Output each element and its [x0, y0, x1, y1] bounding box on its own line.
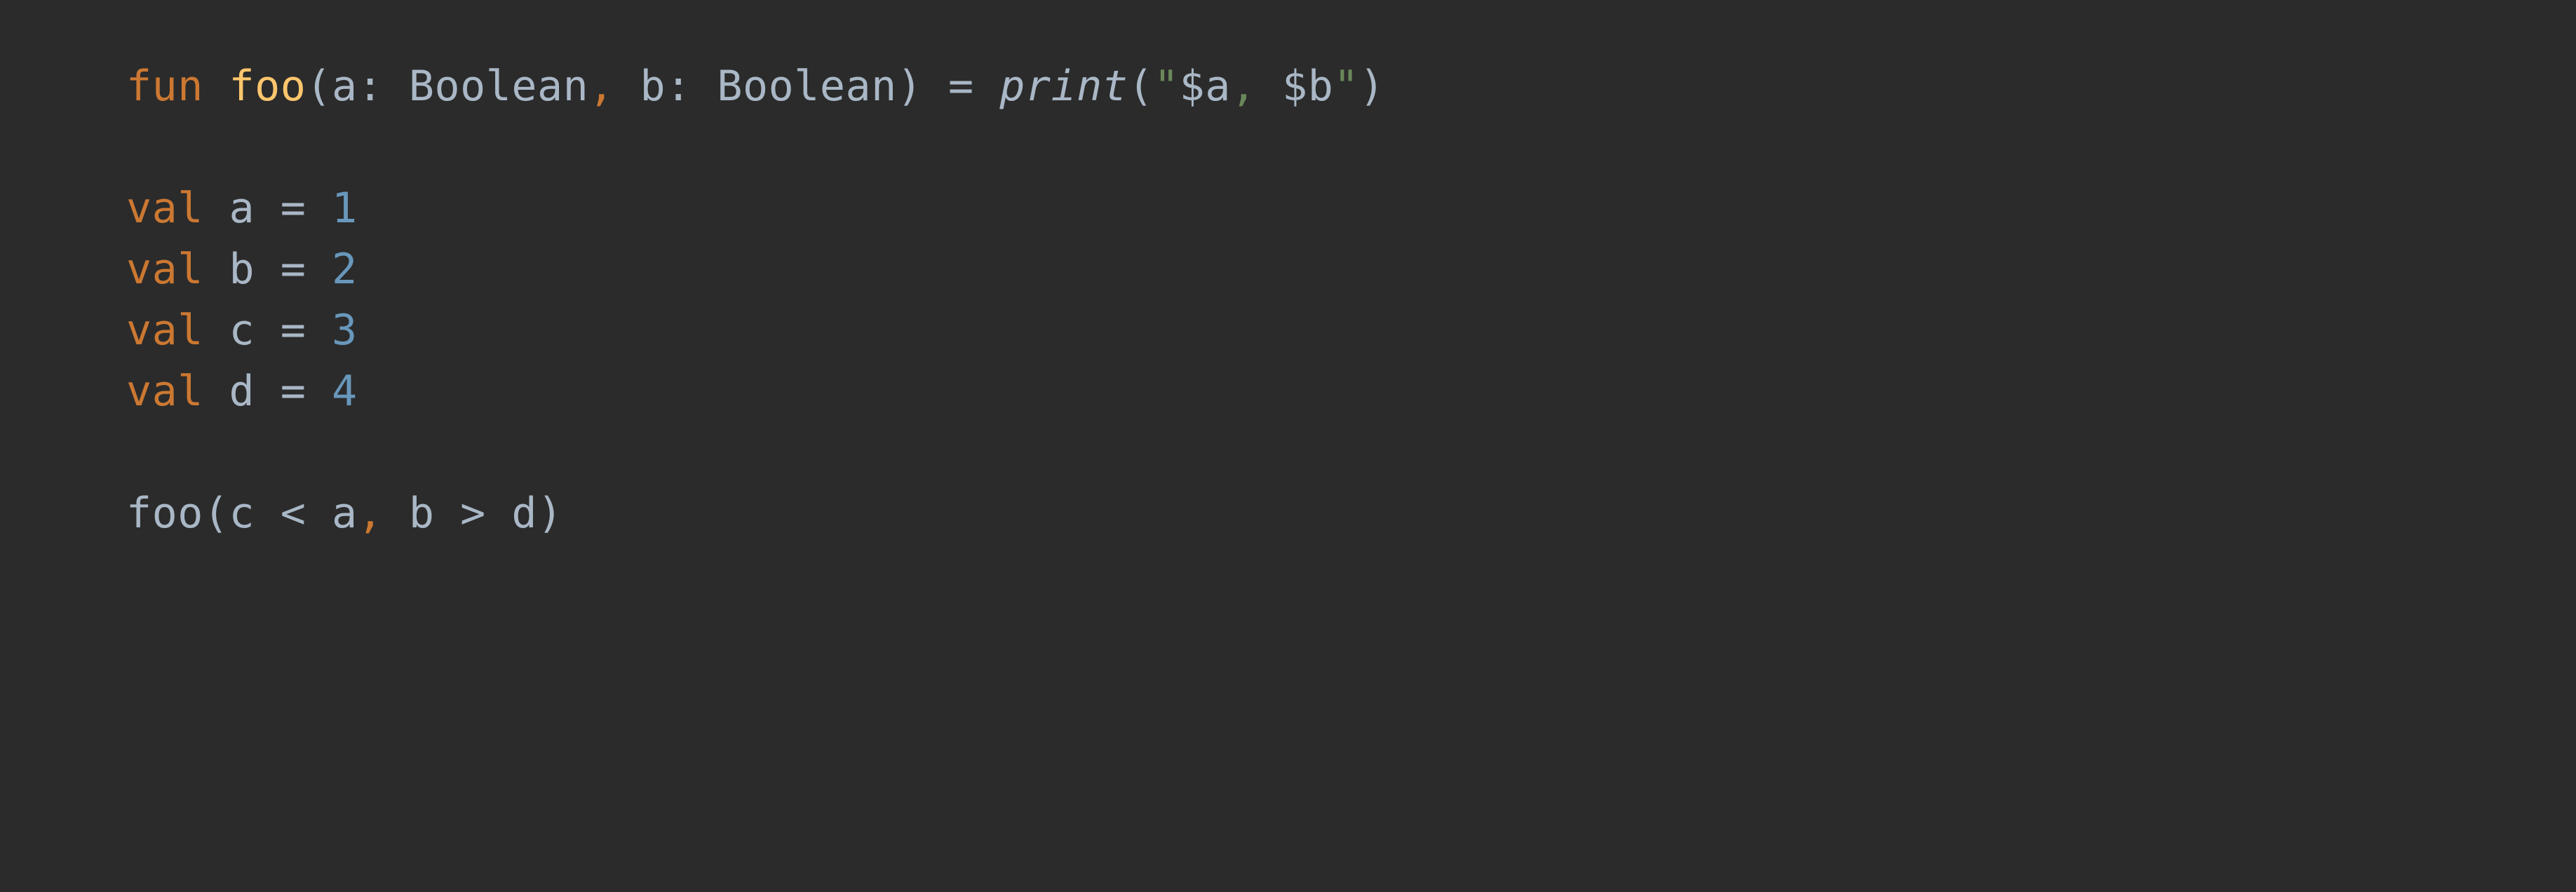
- space: [306, 184, 332, 233]
- code-line: val c = 3: [126, 306, 358, 355]
- call-foo: foo: [126, 489, 203, 538]
- rparen: ): [1359, 62, 1385, 111]
- colon: :: [666, 62, 717, 111]
- type-boolean: Boolean: [717, 62, 896, 111]
- space: [614, 62, 640, 111]
- var-c: c: [229, 306, 255, 355]
- keyword-val: val: [126, 245, 203, 294]
- number-literal: 1: [332, 184, 358, 233]
- expr: c: [229, 489, 281, 538]
- lparen: (: [1128, 62, 1154, 111]
- expr: b: [409, 489, 460, 538]
- lparen: (: [203, 489, 229, 538]
- space: [306, 367, 332, 416]
- var-a: a: [229, 184, 255, 233]
- code-line: val a = 1: [126, 184, 358, 233]
- var-b: b: [229, 245, 255, 294]
- lparen: (: [306, 62, 332, 111]
- space: [974, 62, 1000, 111]
- rparen: ): [537, 489, 563, 538]
- keyword-val: val: [126, 184, 203, 233]
- operator-lt: <: [281, 489, 306, 538]
- comma: ,: [358, 489, 384, 538]
- keyword-val: val: [126, 367, 203, 416]
- equals: =: [281, 367, 306, 416]
- space: [255, 245, 281, 294]
- space: [203, 245, 229, 294]
- call-print: print: [999, 62, 1128, 111]
- string-quote: ": [1333, 62, 1359, 111]
- space: [922, 62, 948, 111]
- param-b: b: [640, 62, 666, 111]
- param-a: a: [332, 62, 358, 111]
- expr: a: [306, 489, 357, 538]
- equals: =: [281, 245, 306, 294]
- space: [203, 367, 229, 416]
- equals: =: [948, 62, 974, 111]
- type-boolean: Boolean: [409, 62, 588, 111]
- keyword-val: val: [126, 306, 203, 355]
- code-line: fun foo(a: Boolean, b: Boolean) = print(…: [126, 62, 1385, 111]
- space: [255, 184, 281, 233]
- code-editor[interactable]: fun foo(a: Boolean, b: Boolean) = print(…: [0, 0, 2576, 544]
- equals: =: [281, 184, 306, 233]
- string-literal: ,: [1231, 62, 1282, 111]
- space: [255, 367, 281, 416]
- colon: :: [358, 62, 409, 111]
- number-literal: 2: [332, 245, 358, 294]
- rparen: ): [897, 62, 923, 111]
- number-literal: 4: [332, 367, 358, 416]
- string-template-b: $b: [1282, 62, 1333, 111]
- string-template-a: $a: [1180, 62, 1231, 111]
- string-quote: ": [1154, 62, 1180, 111]
- code-line: val d = 4: [126, 367, 358, 416]
- space: [383, 489, 409, 538]
- space: [203, 184, 229, 233]
- var-d: d: [229, 367, 255, 416]
- number-literal: 3: [332, 306, 358, 355]
- space: [306, 306, 332, 355]
- keyword-fun: fun: [126, 62, 203, 111]
- code-line: val b = 2: [126, 245, 358, 294]
- space: [255, 306, 281, 355]
- comma: ,: [588, 62, 614, 111]
- equals: =: [281, 306, 306, 355]
- function-name: foo: [229, 62, 306, 111]
- space: [203, 306, 229, 355]
- operator-gt: >: [460, 489, 486, 538]
- space: [203, 62, 229, 111]
- expr: d: [486, 489, 537, 538]
- code-line: foo(c < a, b > d): [126, 489, 563, 538]
- space: [306, 245, 332, 294]
